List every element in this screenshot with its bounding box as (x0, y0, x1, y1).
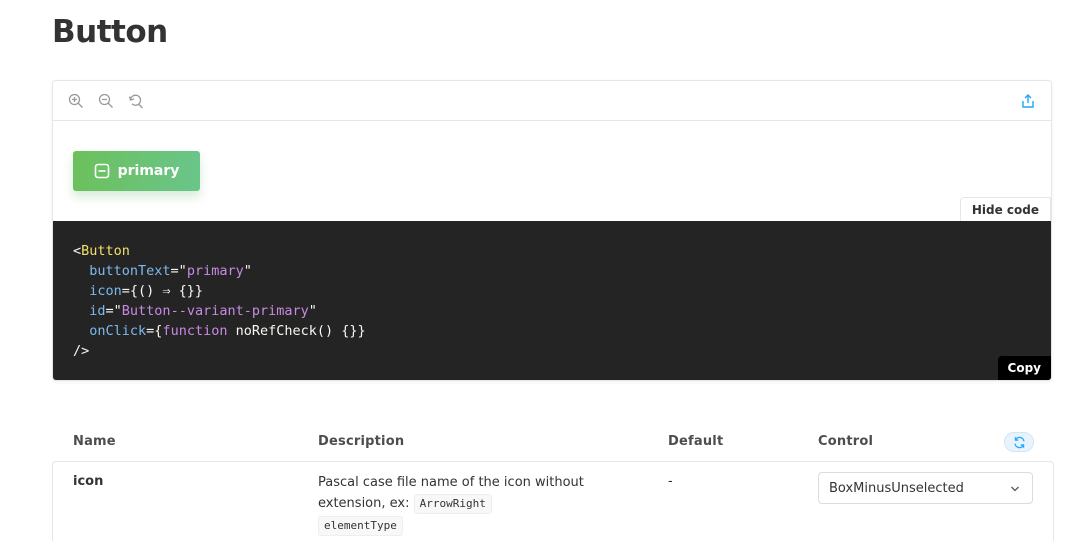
prop-name: icon (73, 474, 104, 489)
props-table-header: Name Description Default Control (52, 428, 1054, 456)
code-token: /> (73, 343, 90, 359)
code-token: primary (186, 263, 244, 279)
copy-button[interactable]: Copy (997, 356, 1051, 380)
prop-type-chip: elementType (318, 516, 403, 536)
code-token: id (89, 303, 106, 319)
component-preview: primary (53, 121, 1051, 221)
code-token: < (73, 243, 82, 259)
reset-zoom-icon[interactable] (128, 93, 144, 109)
column-header-description: Description (318, 434, 405, 449)
code-token: onClick (89, 323, 147, 339)
reset-controls-button[interactable] (1004, 432, 1034, 452)
zoom-out-icon[interactable] (98, 93, 114, 109)
code-token: noRefCheck() {}} (227, 323, 366, 339)
code-token: ={() ⇒ {}} (121, 283, 204, 299)
code-token: =" (170, 263, 187, 279)
prop-default: - (668, 474, 673, 489)
chevron-down-icon (1011, 486, 1019, 492)
code-token: Button (81, 243, 130, 259)
box-minus-icon (94, 163, 109, 179)
column-header-default: Default (668, 434, 724, 449)
column-header-control: Control (818, 434, 874, 449)
icon-control-select[interactable]: BoxMinusUnselected (818, 472, 1033, 504)
refresh-icon (1013, 436, 1025, 448)
canvas-toolbar (53, 81, 1051, 121)
code-token: " (243, 263, 252, 279)
code-token: icon (89, 283, 122, 299)
canvas-card: primary Hide code <Button buttonText="pr… (52, 80, 1052, 381)
control-select-value: BoxMinusUnselected (829, 480, 964, 496)
code-token: " (308, 303, 317, 319)
table-row: icon Pascal case file name of the icon w… (52, 461, 1054, 541)
code-token: function (162, 323, 228, 339)
hide-code-button[interactable]: Hide code (959, 197, 1051, 221)
share-icon[interactable] (1020, 93, 1036, 109)
column-header-name: Name (73, 434, 116, 449)
page-title: Button (52, 14, 168, 50)
zoom-in-icon[interactable] (68, 93, 84, 109)
code-token: buttonText (89, 263, 171, 279)
primary-button-label: primary (117, 163, 180, 179)
code-token: =" (105, 303, 122, 319)
code-snippet: <Button buttonText="primary" icon={() ⇒ … (53, 221, 1051, 380)
primary-button[interactable]: primary (73, 151, 200, 191)
prop-description: Pascal case file name of the icon withou… (318, 472, 618, 514)
prop-example-chip: ArrowRight (413, 493, 492, 514)
code-token: ={ (146, 323, 163, 339)
code-token: Button--variant-primary (121, 303, 309, 319)
